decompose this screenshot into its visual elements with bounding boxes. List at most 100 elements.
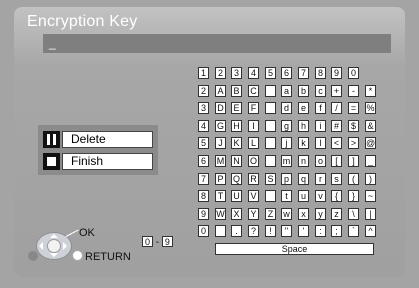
char-key[interactable]: p: [281, 173, 292, 185]
char-key[interactable]: L: [248, 137, 259, 149]
char-key[interactable]: C: [248, 85, 259, 97]
char-key[interactable]: |: [365, 208, 376, 220]
char-key[interactable]: 0: [348, 67, 359, 79]
char-key[interactable]: %: [365, 102, 376, 114]
char-key[interactable]: [215, 225, 226, 237]
number-key[interactable]: 5: [198, 137, 209, 149]
char-key[interactable]: >: [348, 137, 359, 149]
char-key[interactable]: -: [348, 85, 359, 97]
char-key[interactable]: W: [215, 208, 226, 220]
number-key[interactable]: 4: [198, 120, 209, 132]
char-key[interactable]: z: [331, 208, 342, 220]
char-key[interactable]: ?: [248, 225, 259, 237]
char-key[interactable]: =: [348, 102, 359, 114]
char-key[interactable]: X: [231, 208, 242, 220]
char-key[interactable]: g: [281, 120, 292, 132]
char-key[interactable]: M: [215, 155, 226, 167]
char-key[interactable]: R: [248, 173, 259, 185]
finish-button[interactable]: Finish: [43, 153, 153, 170]
number-key[interactable]: 3: [198, 102, 209, 114]
char-key[interactable]: 6: [281, 67, 292, 79]
char-key[interactable]: O: [248, 155, 259, 167]
char-key[interactable]: t: [281, 190, 292, 202]
char-key[interactable]: r: [315, 173, 326, 185]
char-key[interactable]: c: [315, 85, 326, 97]
char-key[interactable]: U: [231, 190, 242, 202]
char-key[interactable]: &: [365, 120, 376, 132]
char-key[interactable]: [265, 102, 276, 114]
char-key[interactable]: !: [265, 225, 276, 237]
char-key[interactable]: b: [298, 85, 309, 97]
char-key[interactable]: _: [365, 155, 376, 167]
char-key[interactable]: j: [281, 137, 292, 149]
char-key[interactable]: [265, 155, 276, 167]
number-key[interactable]: 8: [198, 190, 209, 202]
char-key[interactable]: d: [281, 102, 292, 114]
char-key[interactable]: [265, 190, 276, 202]
char-key[interactable]: f: [315, 102, 326, 114]
char-key[interactable]: i: [315, 120, 326, 132]
char-key[interactable]: 3: [231, 67, 242, 79]
char-key[interactable]: ~: [365, 190, 376, 202]
char-key[interactable]: V: [248, 190, 259, 202]
char-key[interactable]: [265, 120, 276, 132]
char-key[interactable]: w: [281, 208, 292, 220]
char-key[interactable]: (: [348, 173, 359, 185]
number-key[interactable]: 6: [198, 155, 209, 167]
char-key[interactable]: y: [315, 208, 326, 220]
char-key[interactable]: [265, 85, 276, 97]
char-key[interactable]: T: [215, 190, 226, 202]
char-key[interactable]: u: [298, 190, 309, 202]
number-key[interactable]: 9: [198, 208, 209, 220]
char-key[interactable]: +: [331, 85, 342, 97]
char-key[interactable]: 5: [265, 67, 276, 79]
char-key[interactable]: s: [331, 173, 342, 185]
char-key[interactable]: N: [231, 155, 242, 167]
char-key[interactable]: ;: [331, 225, 342, 237]
char-key[interactable]: ': [298, 225, 309, 237]
char-key[interactable]: B: [231, 85, 242, 97]
char-key[interactable]: .: [231, 225, 242, 237]
char-key[interactable]: {: [331, 190, 342, 202]
char-key[interactable]: @: [365, 137, 376, 149]
char-key[interactable]: /: [331, 102, 342, 114]
char-key[interactable]: v: [315, 190, 326, 202]
char-key[interactable]: D: [215, 102, 226, 114]
char-key[interactable]: x: [298, 208, 309, 220]
char-key[interactable]: }: [348, 190, 359, 202]
char-key[interactable]: k: [298, 137, 309, 149]
number-key[interactable]: 1: [198, 67, 209, 79]
char-key[interactable]: ): [365, 173, 376, 185]
char-key[interactable]: a: [281, 85, 292, 97]
key-entry-field[interactable]: _: [43, 34, 391, 53]
char-key[interactable]: m: [281, 155, 292, 167]
char-key[interactable]: o: [315, 155, 326, 167]
char-key[interactable]: 4: [248, 67, 259, 79]
char-key[interactable]: l: [315, 137, 326, 149]
char-key[interactable]: ": [281, 225, 292, 237]
char-key[interactable]: ]: [348, 155, 359, 167]
char-key[interactable]: #: [331, 120, 342, 132]
char-key[interactable]: e: [298, 102, 309, 114]
char-key[interactable]: n: [298, 155, 309, 167]
char-key[interactable]: E: [231, 102, 242, 114]
char-key[interactable]: q: [298, 173, 309, 185]
char-key[interactable]: Q: [231, 173, 242, 185]
char-key[interactable]: S: [265, 173, 276, 185]
char-key[interactable]: A: [215, 85, 226, 97]
char-key[interactable]: F: [248, 102, 259, 114]
char-key[interactable]: \: [348, 208, 359, 220]
char-key[interactable]: <: [331, 137, 342, 149]
char-key[interactable]: $: [348, 120, 359, 132]
char-key[interactable]: [265, 137, 276, 149]
char-key[interactable]: Y: [248, 208, 259, 220]
number-key[interactable]: 7: [198, 173, 209, 185]
char-key[interactable]: h: [298, 120, 309, 132]
number-key[interactable]: 2: [198, 85, 209, 97]
char-key[interactable]: 8: [315, 67, 326, 79]
space-key[interactable]: Space: [215, 243, 374, 255]
char-key[interactable]: 9: [331, 67, 342, 79]
char-key[interactable]: J: [215, 137, 226, 149]
char-key[interactable]: 2: [215, 67, 226, 79]
delete-button[interactable]: Delete: [43, 131, 153, 148]
